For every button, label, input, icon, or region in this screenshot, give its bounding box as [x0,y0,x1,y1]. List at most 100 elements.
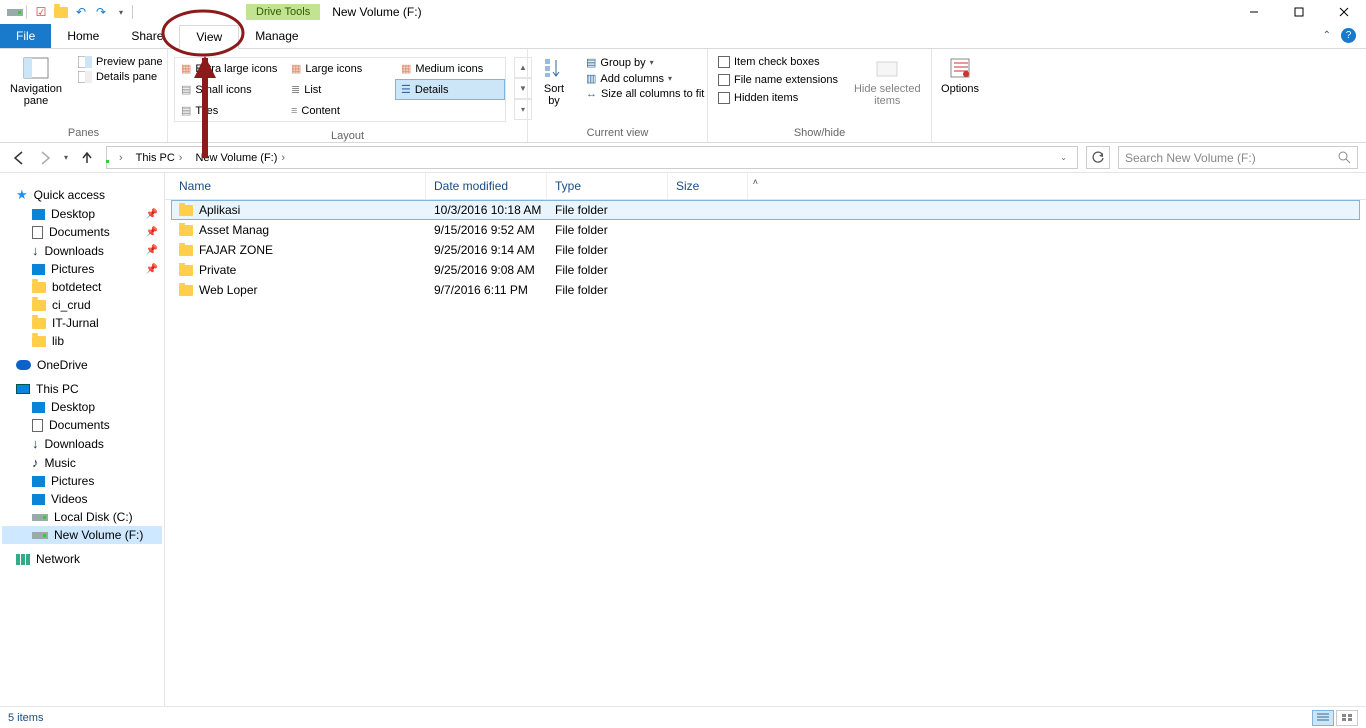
tree-item-pictures[interactable]: Pictures [2,472,162,490]
tab-home[interactable]: Home [51,24,115,48]
details-pane-label: Details pane [96,71,157,83]
file-name-ext-label: File name extensions [734,74,838,86]
table-row[interactable]: Web Loper9/7/2016 6:11 PMFile folder [171,280,1360,300]
view-details-button[interactable] [1312,710,1334,726]
layout-item-content[interactable]: ≡Content [285,100,395,121]
navigation-tree[interactable]: ★Quick access Desktop📌Documents📌↓Downloa… [0,173,165,706]
drive-icon [6,3,24,21]
close-button[interactable] [1321,0,1366,24]
layout-item-large[interactable]: ▦Large icons [285,58,395,79]
layout-item-medium[interactable]: ▦Medium icons [395,58,505,79]
table-row[interactable]: Asset Manag9/15/2016 9:52 AMFile folder [171,220,1360,240]
details-pane-button[interactable]: Details pane [74,70,167,84]
new-folder-icon[interactable] [52,3,70,21]
tree-this-pc[interactable]: This PC [2,380,162,398]
tree-item-new-volume-f-[interactable]: New Volume (F:) [2,526,162,544]
tree-network[interactable]: Network [2,550,162,568]
download-icon: ↓ [32,436,39,451]
cell-date: 9/25/2016 9:08 AM [434,263,555,277]
ribbon-group-current-view: Sort by ▤Group by▾ ▥Add columns▾ ↔Size a… [528,49,708,142]
tree-item-documents[interactable]: Documents📌 [2,223,162,241]
recent-dropdown-icon[interactable]: ▾ [60,147,72,169]
layout-gallery[interactable]: ▦Extra large icons ▦Large icons ▦Medium … [174,57,506,122]
minimize-ribbon-icon[interactable]: ⌃ [1323,30,1331,41]
checkbox-icon [718,92,730,104]
tree-item-ci_crud[interactable]: ci_crud [2,296,162,314]
table-row[interactable]: Private9/25/2016 9:08 AMFile folder [171,260,1360,280]
forward-button[interactable] [34,147,56,169]
tree-item-label: Pictures [51,262,94,276]
add-columns-button[interactable]: ▥Add columns▾ [582,71,708,86]
tab-share[interactable]: Share [115,24,179,48]
layout-item-small[interactable]: ▤Small icons [175,79,285,100]
tree-item-downloads[interactable]: ↓Downloads📌 [2,241,162,260]
properties-icon[interactable]: ☑ [32,3,50,21]
help-icon[interactable]: ? [1341,28,1356,43]
item-check-boxes-toggle[interactable]: Item check boxes [714,55,842,69]
layout-item-details[interactable]: ☰Details [395,79,505,100]
up-button[interactable] [76,147,98,169]
breadcrumb-new-volume[interactable]: New Volume (F:) [189,152,292,164]
cell-date: 9/7/2016 6:11 PM [434,283,555,297]
hide-selected-button[interactable]: Hide selected items [850,53,925,109]
redo-icon[interactable]: ↷ [92,3,110,21]
tree-label: Quick access [34,188,105,202]
col-type[interactable]: Type [547,173,668,199]
breadcrumb-this-pc[interactable]: This PC [130,152,190,164]
tab-manage[interactable]: Manage [239,24,314,48]
search-input[interactable]: Search New Volume (F:) [1118,146,1358,169]
layout-item-tiles[interactable]: ▤Tiles [175,100,285,121]
layout-item-list[interactable]: ≣List [285,79,395,100]
navigation-pane-button[interactable]: Navigation pane [6,53,66,109]
tree-item-desktop[interactable]: Desktop📌 [2,205,162,223]
layout-item-extra-large[interactable]: ▦Extra large icons [175,58,285,79]
tree-item-desktop[interactable]: Desktop [2,398,162,416]
column-headers[interactable]: Name Date modified Type Size [165,173,1366,200]
tree-item-documents[interactable]: Documents [2,416,162,434]
tab-file[interactable]: File [0,24,51,48]
pin-icon: 📌 [146,264,158,275]
qat-dropdown-icon[interactable]: ▾ [112,3,130,21]
tree-item-videos[interactable]: Videos [2,490,162,508]
minimize-button[interactable] [1231,0,1276,24]
address-dropdown-icon[interactable]: ⌄ [1060,153,1067,162]
layout-label: List [304,84,321,96]
table-row[interactable]: FAJAR ZONE9/25/2016 9:14 AMFile folder [171,240,1360,260]
tree-item-it-jurnal[interactable]: IT-Jurnal [2,314,162,332]
layout-label: Extra large icons [195,63,277,75]
tree-item-botdetect[interactable]: botdetect [2,278,162,296]
tree-item-label: New Volume (F:) [54,528,143,542]
undo-icon[interactable]: ↶ [72,3,90,21]
maximize-button[interactable] [1276,0,1321,24]
breadcrumb-root-chevron[interactable] [113,152,130,164]
tab-view[interactable]: View [179,25,239,49]
back-button[interactable] [8,147,30,169]
col-name[interactable]: Name [171,173,426,199]
preview-pane-button[interactable]: Preview pane [74,55,167,69]
file-list: Name Date modified Type Size Aplikasi10/… [165,173,1366,706]
hidden-items-toggle[interactable]: Hidden items [714,91,842,105]
view-large-icons-button[interactable] [1336,710,1358,726]
tree-item-lib[interactable]: lib [2,332,162,350]
pin-icon: 📌 [146,227,158,238]
tree-item-label: Documents [49,418,110,432]
contextual-tab-drive-tools[interactable]: Drive Tools [246,4,320,20]
tree-onedrive[interactable]: OneDrive [2,356,162,374]
tree-quick-access[interactable]: ★Quick access [2,185,162,205]
breadcrumb[interactable]: This PC New Volume (F:) ⌄ [106,146,1078,169]
col-size[interactable]: Size [668,173,748,199]
layout-label: Tiles [195,105,218,117]
size-columns-button[interactable]: ↔Size all columns to fit [582,87,708,101]
table-row[interactable]: Aplikasi10/3/2016 10:18 AMFile folder [171,200,1360,220]
tree-item-music[interactable]: ♪Music [2,453,162,472]
tree-item-pictures[interactable]: Pictures 📌 [2,260,162,278]
drive-icon [32,514,48,521]
refresh-button[interactable] [1086,146,1110,169]
tree-item-local-disk-c-[interactable]: Local Disk (C:) [2,508,162,526]
tree-item-downloads[interactable]: ↓Downloads [2,434,162,453]
options-button[interactable]: Options [937,53,983,97]
sort-by-button[interactable]: Sort by [534,53,574,109]
file-name-ext-toggle[interactable]: File name extensions [714,73,842,87]
col-date[interactable]: Date modified [426,173,547,199]
group-by-button[interactable]: ▤Group by▾ [582,55,708,70]
